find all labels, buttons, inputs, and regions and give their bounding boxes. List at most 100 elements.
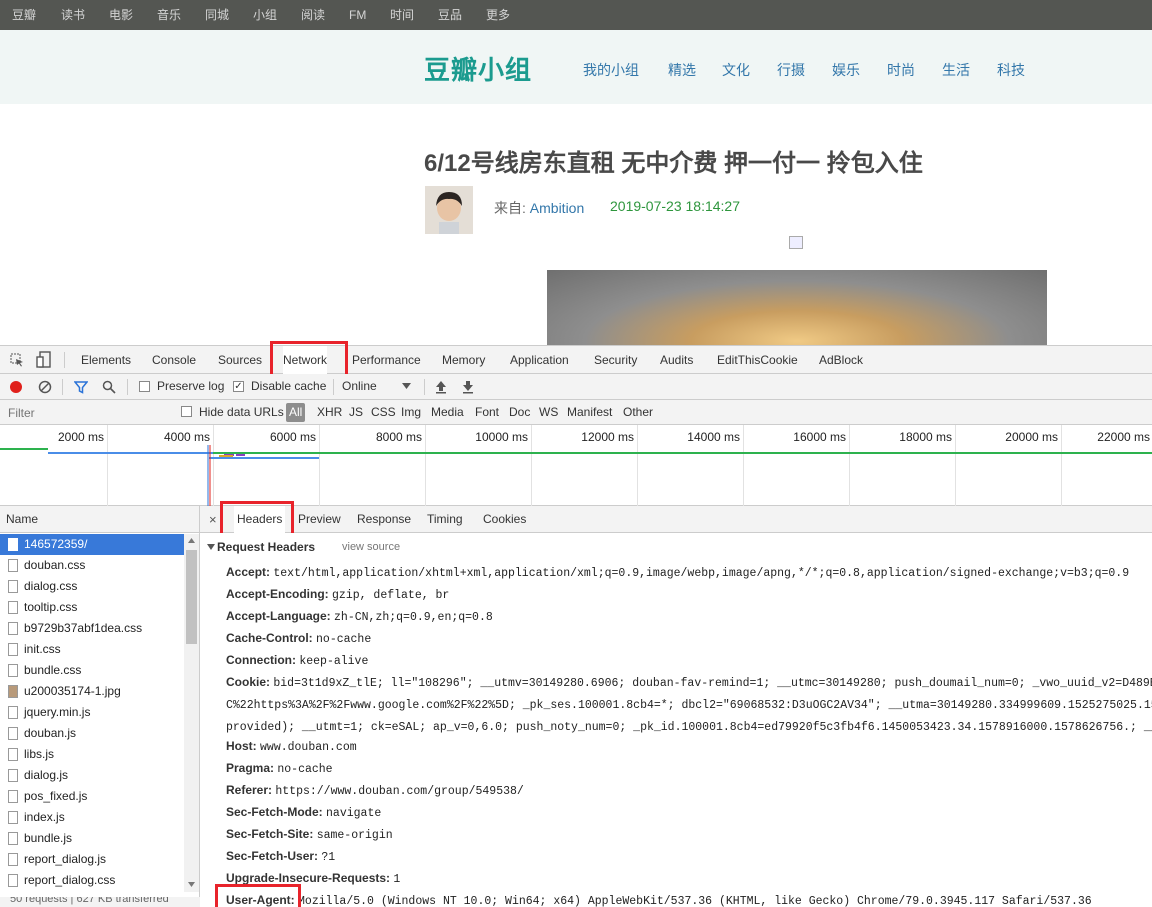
group-nav-life[interactable]: 生活 [942,60,970,80]
tab-sources[interactable]: Sources [218,346,262,374]
request-row[interactable]: u200035174-1.jpg [0,681,184,702]
request-row[interactable]: tooltip.css [0,597,184,618]
name-column-header[interactable]: Name [0,506,199,533]
tab-audits[interactable]: Audits [660,346,693,374]
request-name: b9729b37abf1dea.css [24,621,143,635]
request-row[interactable]: bundle.js [0,828,184,849]
filter-type-other[interactable]: Other [623,405,653,419]
header-value: no-cache [316,633,372,646]
group-nav-mine[interactable]: 我的小组 [583,60,639,80]
file-icon [8,643,18,656]
nav-movies[interactable]: 电影 [109,0,133,30]
divider [62,379,63,395]
tab-response[interactable]: Response [357,506,411,533]
request-row[interactable]: b9729b37abf1dea.css [0,618,184,639]
request-list-scrollbar[interactable] [184,534,199,892]
nav-time[interactable]: 时间 [390,0,414,30]
nav-books[interactable]: 读书 [61,0,85,30]
request-row[interactable]: init.css [0,639,184,660]
request-row[interactable]: pos_fixed.js [0,786,184,807]
nav-read[interactable]: 阅读 [301,0,325,30]
request-row[interactable]: 146572359/ [0,534,184,555]
tab-performance[interactable]: Performance [352,346,421,374]
request-row[interactable]: report_dialog.css [0,870,184,891]
request-row[interactable]: jquery.min.js [0,702,184,723]
tab-elements[interactable]: Elements [81,346,131,374]
export-har-icon[interactable] [462,380,474,394]
tab-adblock[interactable]: AdBlock [819,346,863,374]
nav-local[interactable]: 同城 [205,0,229,30]
record-icon[interactable] [9,380,23,394]
import-har-icon[interactable] [435,380,447,394]
request-headers-title[interactable]: Request Headers [217,540,315,554]
close-icon[interactable]: × [209,506,217,533]
author-link[interactable]: Ambition [530,200,584,216]
nav-group[interactable]: 小组 [253,0,277,30]
tab-editthiscookie[interactable]: EditThisCookie [717,346,798,374]
scrollbar-thumb[interactable] [186,550,197,644]
nav-douban[interactable]: 豆瓣 [12,0,36,30]
tab-application[interactable]: Application [510,346,569,374]
group-nav-featured[interactable]: 精选 [668,60,696,80]
request-row[interactable]: dialog.js [0,765,184,786]
device-toolbar-icon[interactable] [36,351,52,368]
header-value: ?1 [321,851,336,864]
filter-type-js[interactable]: JS [349,405,363,419]
header-value: navigate [326,807,382,820]
filter-input[interactable] [2,403,170,422]
file-icon [8,769,18,782]
filter-icon[interactable] [74,380,88,394]
group-nav-entertainment[interactable]: 娱乐 [832,60,860,80]
preserve-log-checkbox[interactable] [139,381,150,392]
tab-preview[interactable]: Preview [298,506,341,533]
request-row[interactable]: libs.js [0,744,184,765]
group-nav-culture[interactable]: 文化 [722,60,750,80]
scroll-down-icon[interactable] [188,882,195,887]
group-nav-fashion[interactable]: 时尚 [887,60,915,80]
header-row-sec-fetch-site: Sec-Fetch-Site: same-origin [226,824,393,844]
group-nav-tech[interactable]: 科技 [997,60,1025,80]
request-name: jquery.min.js [24,705,91,719]
nav-market[interactable]: 豆品 [438,0,462,30]
filter-type-font[interactable]: Font [475,405,499,419]
tab-security[interactable]: Security [594,346,637,374]
filter-type-doc[interactable]: Doc [509,405,530,419]
network-overview-timeline[interactable]: 2000 ms 4000 ms 6000 ms 8000 ms 10000 ms… [0,425,1152,506]
scroll-up-icon[interactable] [188,538,195,543]
filter-type-all[interactable]: All [286,403,306,422]
tab-cookies[interactable]: Cookies [483,506,526,533]
request-row[interactable]: report_dialog.js [0,849,184,870]
group-logo[interactable]: 豆瓣小组 [424,50,532,87]
request-row[interactable]: dialog.css [0,576,184,597]
nav-fm[interactable]: FM [349,0,366,30]
search-icon[interactable] [102,380,116,394]
request-row[interactable]: bundle.css [0,660,184,681]
tab-timing[interactable]: Timing [427,506,463,533]
filter-type-css[interactable]: CSS [371,405,396,419]
request-row[interactable]: douban.js [0,723,184,744]
filter-type-media[interactable]: Media [431,405,464,419]
group-nav-travel[interactable]: 行摄 [777,60,805,80]
collapse-triangle-icon[interactable] [207,544,215,550]
nav-more[interactable]: 更多 [486,0,510,30]
filter-type-manifest[interactable]: Manifest [567,405,612,419]
clear-icon[interactable] [38,380,52,394]
nav-music[interactable]: 音乐 [157,0,181,30]
inspect-element-icon[interactable] [10,353,24,367]
hide-data-urls-checkbox[interactable] [181,406,192,417]
request-row[interactable]: index.js [0,807,184,828]
throttle-select[interactable]: Online [342,379,377,393]
avatar[interactable] [425,186,473,234]
header-key: Accept-Language: [226,609,331,623]
tab-memory[interactable]: Memory [442,346,485,374]
filter-type-ws[interactable]: WS [539,405,558,419]
filter-type-img[interactable]: Img [401,405,421,419]
view-source-link[interactable]: view source [342,541,400,553]
file-icon [8,559,18,572]
chevron-down-icon[interactable] [402,383,411,389]
disable-cache-checkbox[interactable]: ✓ [233,381,244,392]
filter-type-xhr[interactable]: XHR [317,405,342,419]
preserve-log-label: Preserve log [157,379,225,393]
tab-console[interactable]: Console [152,346,196,374]
request-row[interactable]: douban.css [0,555,184,576]
